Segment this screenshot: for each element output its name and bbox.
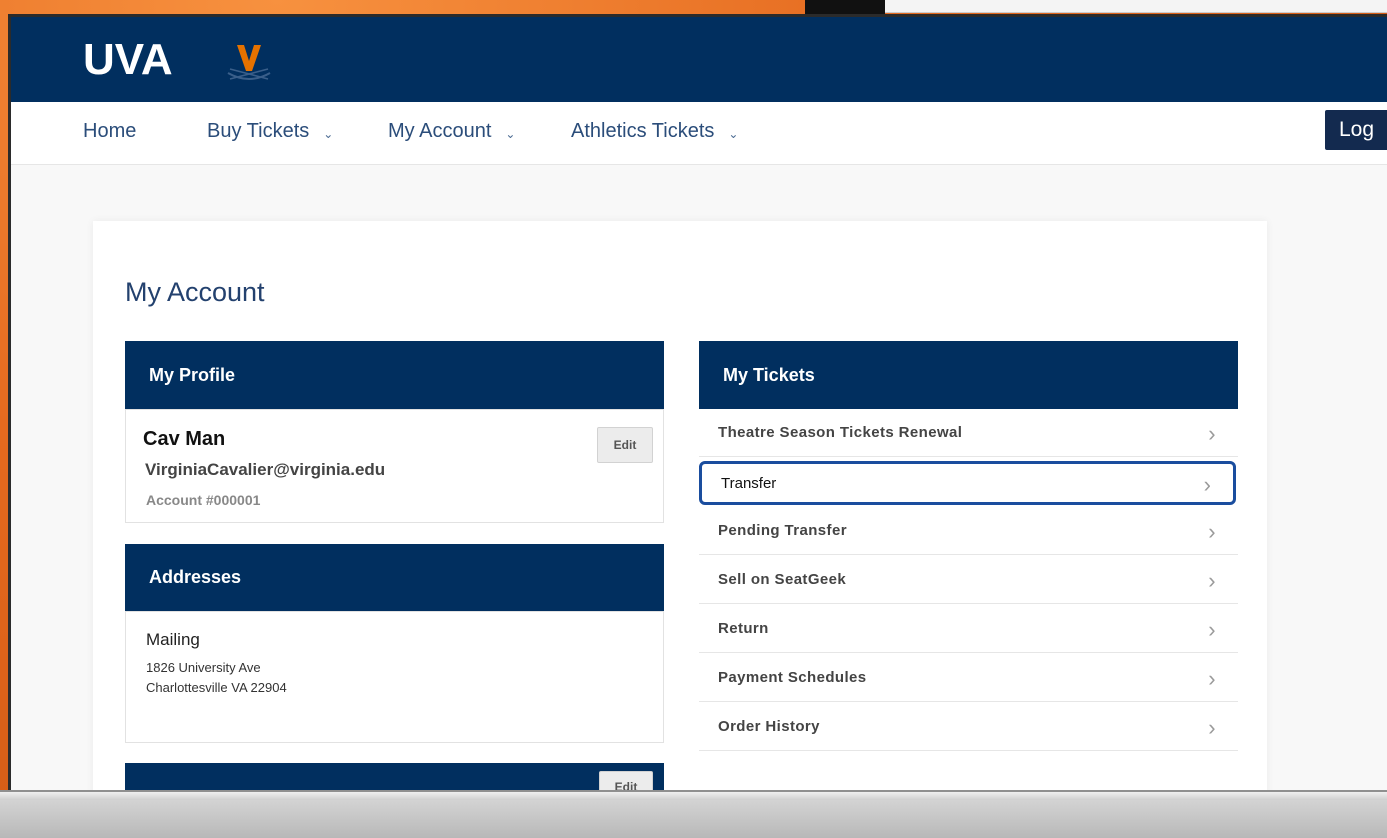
nav-home[interactable]: Home: [83, 120, 136, 143]
nav-athletics-tickets[interactable]: Athletics Tickets ⌄: [571, 120, 738, 143]
addresses-body: Mailing 1826 University Ave Charlottesvi…: [125, 611, 664, 743]
v-sabres-icon: [227, 45, 271, 80]
chevron-right-icon: ›: [1208, 568, 1216, 593]
ticket-option-payment-schedules[interactable]: Payment Schedules ›: [699, 654, 1238, 702]
laptop-bezel: [0, 790, 1387, 838]
profile-body: Cav Man VirginiaCavalier@virginia.edu Ac…: [125, 409, 664, 523]
background-device-edge: [805, 0, 885, 14]
edit-profile-button[interactable]: Edit: [597, 427, 653, 463]
tickets-list: Theatre Season Tickets Renewal › Transfe…: [699, 409, 1238, 757]
brand-header: UVA: [11, 17, 1387, 102]
chevron-right-icon: ›: [1208, 617, 1216, 642]
profile-email: VirginiaCavalier@virginia.edu: [145, 460, 386, 479]
nav-my-account[interactable]: My Account ⌄: [388, 120, 515, 143]
chevron-right-icon: ›: [1208, 421, 1216, 446]
addresses-header: Addresses: [125, 544, 664, 611]
profile-header: My Profile: [125, 341, 664, 409]
tickets-header: My Tickets: [699, 341, 1238, 409]
address-line-2: Charlottesville VA 22904: [146, 680, 287, 695]
ticket-option-return[interactable]: Return ›: [699, 605, 1238, 653]
account-number: Account #000001: [146, 492, 261, 508]
ticket-option-transfer[interactable]: Transfer ›: [699, 461, 1236, 505]
account-card: My Account My Profile Cav Man VirginiaCa…: [93, 221, 1267, 797]
chevron-right-icon: ›: [1208, 519, 1216, 544]
content-area: My Account My Profile Cav Man VirginiaCa…: [11, 165, 1387, 797]
ticket-option-theatre-renewal[interactable]: Theatre Season Tickets Renewal ›: [699, 409, 1238, 457]
main-nav: Home Buy Tickets ⌄ My Account ⌄ Athletic…: [11, 102, 1387, 165]
chevron-right-icon: ›: [1203, 472, 1211, 497]
ticket-option-sell-seatgeek[interactable]: Sell on SeatGeek ›: [699, 556, 1238, 604]
nav-buy-tickets[interactable]: Buy Tickets ⌄: [207, 120, 333, 143]
address-line-1: 1826 University Ave: [146, 660, 261, 675]
page-title: My Account: [125, 277, 265, 307]
chevron-right-icon: ›: [1208, 666, 1216, 691]
chevron-right-icon: ›: [1208, 715, 1216, 740]
uva-logo-text[interactable]: UVA: [83, 35, 173, 85]
laptop-screen: UVA Home Buy Tickets ⌄ My Account ⌄ Athl…: [8, 14, 1387, 797]
login-button[interactable]: Log: [1325, 110, 1387, 150]
ticket-option-order-history[interactable]: Order History ›: [699, 703, 1238, 751]
chevron-down-icon: ⌄: [505, 126, 516, 141]
address-type: Mailing: [146, 630, 200, 649]
background-panel: [885, 0, 1387, 13]
chevron-down-icon: ⌄: [323, 126, 334, 141]
ticket-option-pending-transfer[interactable]: Pending Transfer ›: [699, 507, 1238, 555]
chevron-down-icon: ⌄: [728, 126, 739, 141]
profile-name: Cav Man: [143, 428, 226, 450]
